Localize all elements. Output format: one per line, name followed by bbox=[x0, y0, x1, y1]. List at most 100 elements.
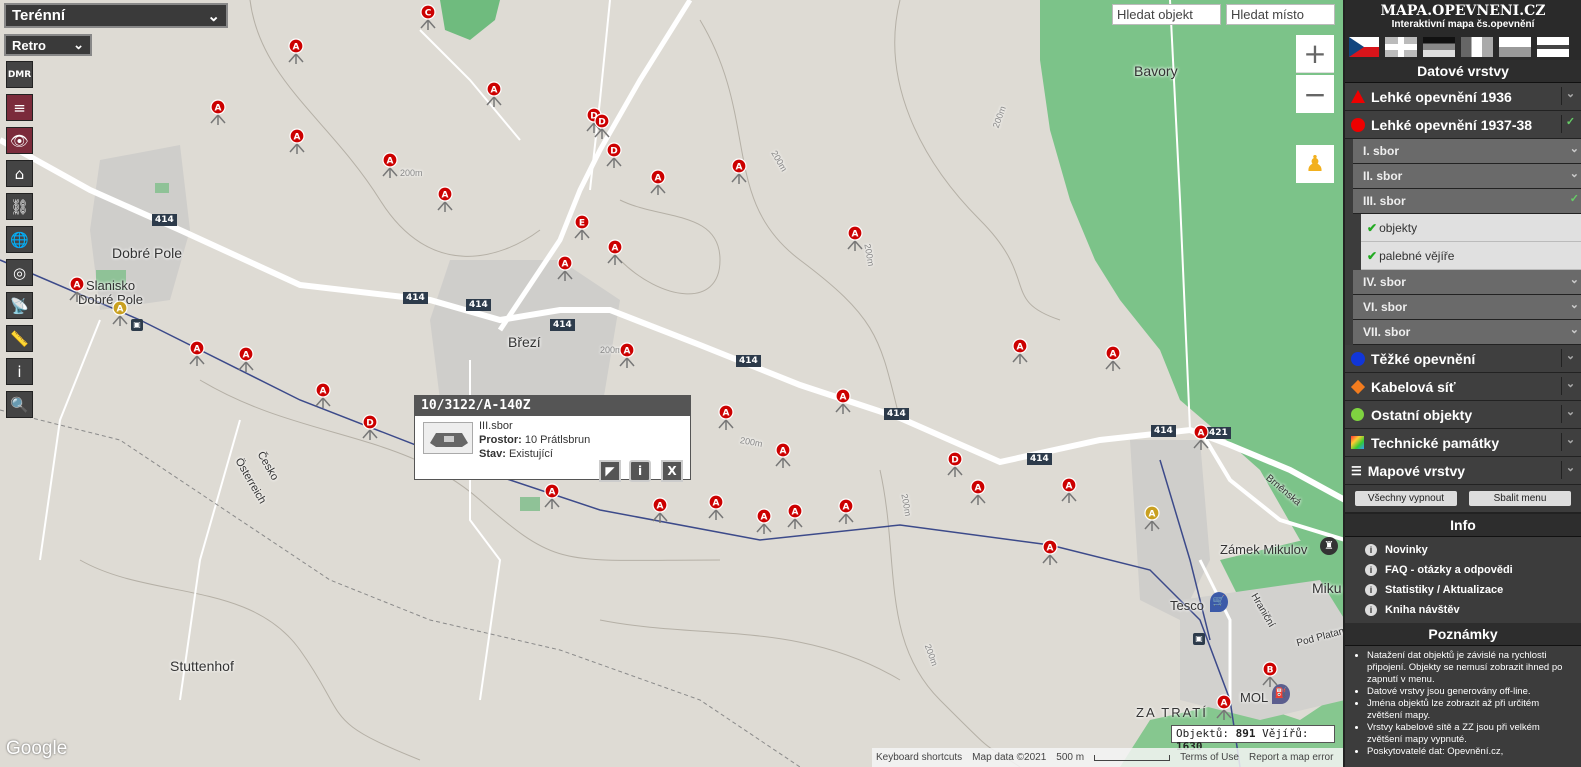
czech-flag-icon[interactable] bbox=[1349, 37, 1379, 57]
bunker-marker[interactable]: A bbox=[1144, 505, 1160, 531]
layer-technical[interactable]: Technické památky ⌄ bbox=[1345, 429, 1581, 457]
bunker-marker[interactable]: A bbox=[718, 404, 734, 430]
french-flag-icon[interactable] bbox=[1461, 37, 1493, 57]
bunker-marker[interactable]: A bbox=[652, 497, 668, 523]
bunker-marker[interactable]: A bbox=[1216, 694, 1232, 720]
popup-info-button[interactable]: i bbox=[629, 460, 651, 482]
bunker-marker[interactable]: A bbox=[288, 38, 304, 64]
bunker-marker[interactable]: C bbox=[420, 4, 436, 30]
chevron-down-icon[interactable]: ⌄ bbox=[1570, 323, 1579, 336]
chevron-down-icon[interactable]: ⌄ bbox=[1561, 377, 1579, 395]
corps-item-7[interactable]: VII. sbor ⌄ bbox=[1353, 320, 1581, 345]
map-style-select[interactable]: Retro ⌄ bbox=[4, 34, 92, 56]
layer-heavy[interactable]: Těžké opevnění ⌄ bbox=[1345, 345, 1581, 373]
scale-label[interactable]: 500 m bbox=[1056, 752, 1084, 763]
map-type-select[interactable]: Terénní ⌄ bbox=[4, 3, 228, 28]
all-off-button[interactable]: Všechny vypnout bbox=[1355, 491, 1457, 506]
home-icon[interactable]: ⌂ bbox=[6, 160, 33, 187]
chevron-down-icon[interactable]: ⌄ bbox=[1570, 298, 1579, 311]
bunker-marker[interactable]: A bbox=[650, 169, 666, 195]
bunker-marker[interactable]: A bbox=[1061, 477, 1077, 503]
link-icon[interactable]: ⛓ bbox=[6, 193, 33, 220]
bunker-marker[interactable]: A bbox=[69, 276, 85, 302]
collapse-menu-button[interactable]: Sbalit menu bbox=[1469, 491, 1571, 506]
eye-icon[interactable]: 👁 bbox=[6, 127, 33, 154]
globe-icon[interactable]: 🌐 bbox=[6, 226, 33, 253]
uk-flag-icon[interactable] bbox=[1385, 37, 1417, 57]
bunker-marker[interactable]: A bbox=[619, 342, 635, 368]
bunker-marker[interactable]: E bbox=[574, 214, 590, 240]
bunker-marker[interactable]: A bbox=[486, 81, 502, 107]
info-faq-link[interactable]: i FAQ - otázky a odpovědi bbox=[1345, 560, 1581, 580]
bunker-marker[interactable]: A bbox=[835, 388, 851, 414]
chevron-down-icon[interactable]: ⌄ bbox=[1561, 349, 1579, 367]
bunker-marker[interactable]: A bbox=[1105, 345, 1121, 371]
bunker-marker[interactable]: A bbox=[1012, 338, 1028, 364]
chevron-down-icon[interactable]: ⌄ bbox=[1561, 87, 1579, 105]
corps-item-4[interactable]: IV. sbor ⌄ bbox=[1353, 270, 1581, 295]
bunker-marker[interactable]: A bbox=[315, 382, 331, 408]
bunker-marker[interactable]: A bbox=[607, 239, 623, 265]
bunker-marker[interactable]: A bbox=[1042, 539, 1058, 565]
street-view-pegman-icon[interactable]: ♟ bbox=[1296, 145, 1334, 183]
bunker-marker[interactable]: A bbox=[787, 503, 803, 529]
fan-toggle-button[interactable]: ◤ bbox=[599, 460, 621, 482]
zoom-search-icon[interactable]: 🔍 bbox=[6, 391, 33, 418]
bunker-marker[interactable]: A bbox=[756, 508, 772, 534]
terms-link[interactable]: Terms of Use bbox=[1180, 752, 1239, 763]
popup-close-button[interactable]: X bbox=[661, 460, 683, 482]
bunker-marker[interactable]: A bbox=[838, 498, 854, 524]
bunker-marker[interactable]: A bbox=[970, 479, 986, 505]
layer-other[interactable]: Ostatní objekty ⌄ bbox=[1345, 401, 1581, 429]
bunker-marker[interactable]: A bbox=[189, 340, 205, 366]
zoom-out-button[interactable]: − bbox=[1296, 75, 1334, 113]
castle-icon[interactable]: ♜ bbox=[1320, 537, 1338, 555]
chevron-down-icon[interactable]: ⌄ bbox=[1570, 167, 1579, 180]
map-area[interactable]: Terénní ⌄ Retro ⌄ DMR ≡ 👁 ⌂ ⛓ 🌐 ◎ 📡 📏 i 🔍 Hledat obj… bbox=[0, 0, 1345, 767]
bunker-marker[interactable]: D bbox=[947, 451, 963, 477]
bunker-marker[interactable]: A bbox=[238, 346, 254, 372]
zoom-in-button[interactable]: + bbox=[1296, 35, 1334, 73]
bunker-marker[interactable]: A bbox=[775, 442, 791, 468]
bunker-marker[interactable]: A bbox=[1193, 424, 1209, 450]
shopping-cart-icon[interactable]: 🛒 bbox=[1210, 592, 1228, 612]
german-flag-icon[interactable] bbox=[1423, 37, 1455, 57]
info-icon[interactable]: i bbox=[6, 358, 33, 385]
corps-item-1[interactable]: I. sbor ⌄ bbox=[1353, 139, 1581, 164]
check-chevron-icon[interactable]: ✓ bbox=[1570, 192, 1579, 205]
layer-light-1937-38[interactable]: Lehké opevnění 1937-38 ✓ bbox=[1345, 111, 1581, 139]
chevron-down-icon[interactable]: ⌄ bbox=[1561, 433, 1579, 451]
target-icon[interactable]: ◎ bbox=[6, 259, 33, 286]
bunker-marker[interactable]: A bbox=[382, 152, 398, 178]
check-chevron-icon[interactable]: ✓ bbox=[1561, 115, 1579, 133]
chevron-down-icon[interactable]: ⌄ bbox=[1570, 273, 1579, 286]
info-guestbook-link[interactable]: i Kniha návštěv bbox=[1345, 600, 1581, 620]
extra-flag-icon[interactable] bbox=[1537, 37, 1569, 57]
corps-item-2[interactable]: II. sbor ⌄ bbox=[1353, 164, 1581, 189]
train-station-icon[interactable]: ▣ bbox=[1193, 633, 1205, 645]
info-news-link[interactable]: i Novinky bbox=[1345, 540, 1581, 560]
corps-item-3[interactable]: III. sbor ✓ bbox=[1353, 189, 1581, 214]
radar-icon[interactable]: 📡 bbox=[6, 292, 33, 319]
corps-item-6[interactable]: VI. sbor ⌄ bbox=[1353, 295, 1581, 320]
corps3-objects-toggle[interactable]: ✔ objekty bbox=[1361, 214, 1581, 242]
chevron-down-icon[interactable]: ⌄ bbox=[1561, 461, 1579, 479]
layer-cable[interactable]: Kabelová síť ⌄ bbox=[1345, 373, 1581, 401]
bunker-marker[interactable]: D bbox=[594, 113, 610, 139]
bunker-marker[interactable]: B bbox=[1262, 661, 1278, 687]
bunker-marker[interactable]: A bbox=[289, 128, 305, 154]
bunker-marker[interactable]: A bbox=[544, 483, 560, 509]
layer-map[interactable]: ☰ Mapové vrstvy ⌄ bbox=[1345, 457, 1581, 485]
corps3-fans-toggle[interactable]: ✔ palebné vějíře bbox=[1361, 242, 1581, 270]
chevron-down-icon[interactable]: ⌄ bbox=[1561, 405, 1579, 423]
bunker-marker[interactable]: A bbox=[731, 158, 747, 184]
bunker-marker[interactable]: A bbox=[112, 300, 128, 326]
bunker-marker[interactable]: D bbox=[362, 414, 378, 440]
bunker-marker[interactable]: A bbox=[210, 99, 226, 125]
ruler-icon[interactable]: 📏 bbox=[6, 325, 33, 352]
keyboard-shortcuts-link[interactable]: Keyboard shortcuts bbox=[876, 752, 962, 763]
search-place-input[interactable]: Hledat místo bbox=[1226, 4, 1335, 25]
layer-light-1936[interactable]: Lehké opevnění 1936 ⌄ bbox=[1345, 83, 1581, 111]
report-error-link[interactable]: Report a map error bbox=[1249, 752, 1333, 763]
train-station-icon[interactable]: ▣ bbox=[131, 319, 143, 331]
